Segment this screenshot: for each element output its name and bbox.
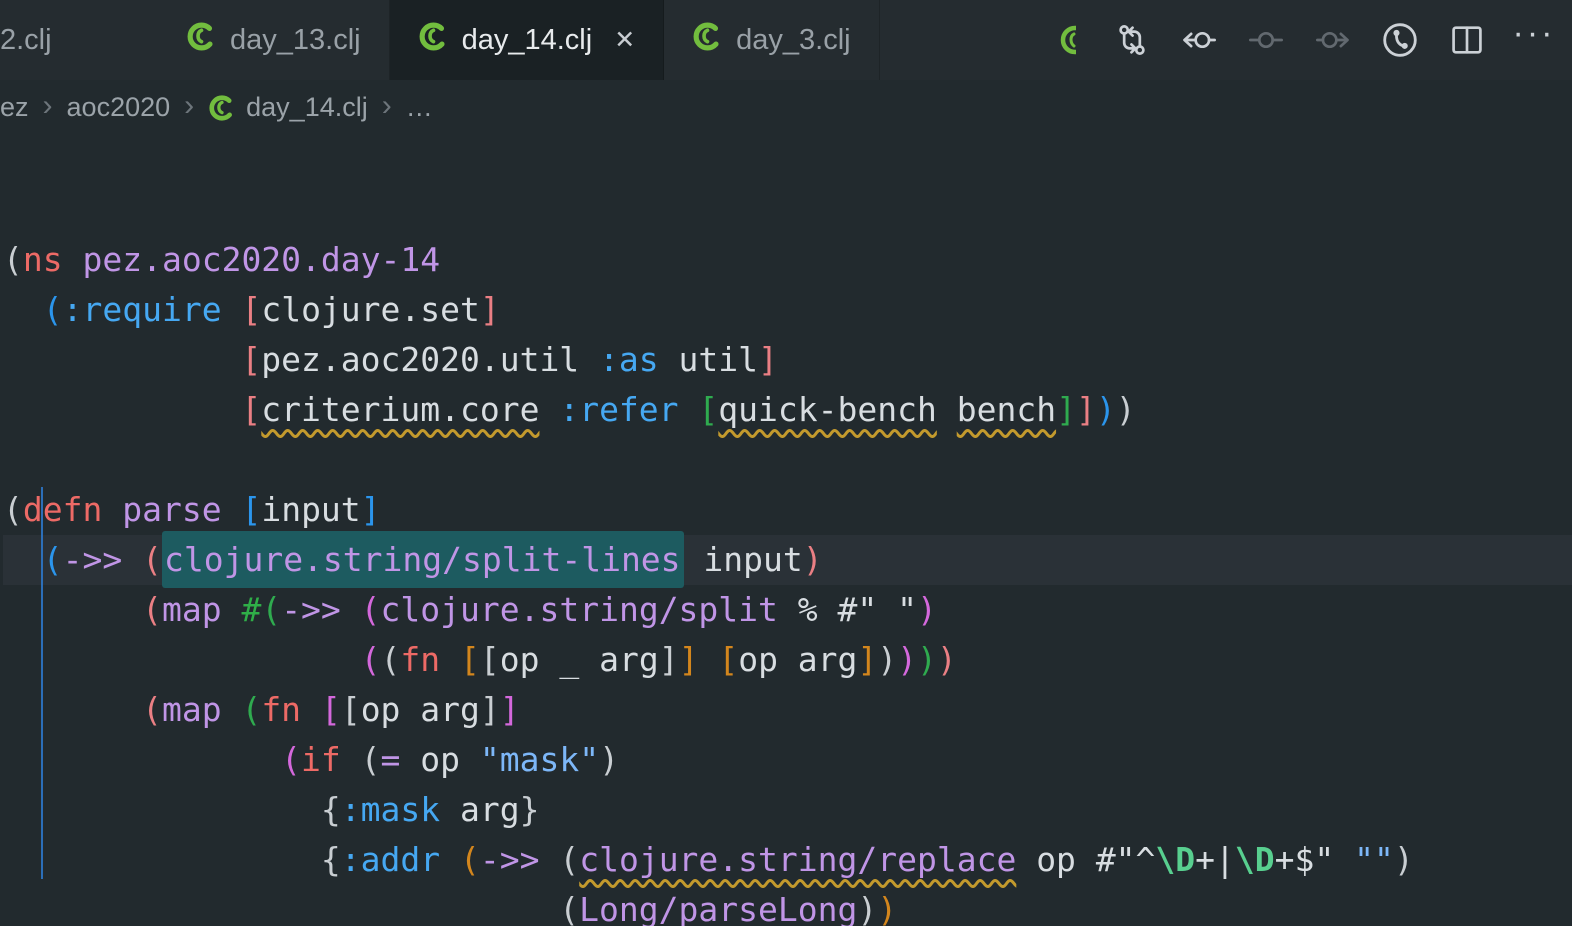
code-line[interactable]: (if (= op "mask") bbox=[3, 735, 1572, 785]
clojure-file-icon bbox=[692, 21, 723, 60]
tab-day-3[interactable]: day_3.clj bbox=[664, 0, 879, 80]
next-change-icon[interactable] bbox=[1313, 20, 1353, 60]
breadcrumb: ez › aoc2020 › day_14.clj › … bbox=[0, 80, 1572, 135]
previous-change-icon[interactable] bbox=[1179, 20, 1219, 60]
chevron-right-icon: › bbox=[382, 89, 392, 123]
breadcrumb-item-aoc2020[interactable]: aoc2020 bbox=[67, 92, 171, 123]
code-line[interactable] bbox=[3, 435, 1572, 485]
code-line[interactable]: (map (fn [[op arg]] bbox=[3, 685, 1572, 735]
code-area[interactable]: (ns pez.aoc2020.day-14 (:require [clojur… bbox=[0, 135, 1572, 926]
code-line[interactable]: (:require [clojure.set] bbox=[3, 285, 1572, 335]
code-line[interactable]: ((fn [[op _ arg]] [op arg])))) bbox=[3, 635, 1572, 685]
code-line[interactable]: (Long/parseLong)) bbox=[3, 885, 1572, 926]
more-actions-icon[interactable]: ··· bbox=[1514, 20, 1554, 60]
code-line-current[interactable]: (->> (clojure.string/split-lines input) bbox=[3, 535, 1572, 585]
code-line[interactable]: (defn parse [input] bbox=[3, 485, 1572, 535]
compare-changes-icon[interactable] bbox=[1112, 20, 1152, 60]
tab-day-14[interactable]: day_14.clj ✕ bbox=[390, 0, 665, 80]
tab-day-13[interactable]: day_13.clj bbox=[158, 0, 390, 80]
code-line[interactable]: (ns pez.aoc2020.day-14 bbox=[3, 235, 1572, 285]
editor-tab-bar: 2.clj day_13.clj day_14.clj ✕ day_3.c bbox=[0, 0, 1572, 80]
code-line[interactable]: [pez.aoc2020.util :as util] bbox=[3, 335, 1572, 385]
editor-actions: ··· bbox=[1045, 0, 1572, 80]
commit-graph-icon[interactable] bbox=[1380, 20, 1420, 60]
close-tab-icon[interactable]: ✕ bbox=[614, 28, 635, 53]
code-line[interactable]: {:mask arg} bbox=[3, 785, 1572, 835]
code-line[interactable]: {:addr (->> (clojure.string/replace op #… bbox=[3, 835, 1572, 885]
tab-label: day_14.clj bbox=[462, 24, 593, 57]
current-change-icon[interactable] bbox=[1246, 20, 1286, 60]
breadcrumb-item-file[interactable]: day_14.clj bbox=[208, 92, 368, 123]
highlighted-token: clojure.string/split-lines bbox=[162, 531, 684, 588]
tab-label: day_3.clj bbox=[736, 24, 850, 57]
calva-partial-icon[interactable] bbox=[1045, 20, 1085, 60]
breadcrumb-item-symbol-ellipsis[interactable]: … bbox=[406, 92, 433, 123]
clojure-file-icon bbox=[186, 21, 217, 60]
code-line[interactable]: [criterium.core :refer [quick-bench benc… bbox=[3, 385, 1572, 435]
split-editor-icon[interactable] bbox=[1447, 20, 1487, 60]
code-line[interactable]: (map #(->> (clojure.string/split % #" ") bbox=[3, 585, 1572, 635]
tab-label: 2.clj bbox=[0, 24, 52, 57]
clojure-file-icon bbox=[418, 21, 449, 60]
chevron-right-icon: › bbox=[43, 89, 53, 123]
tab-label: day_13.clj bbox=[230, 24, 361, 57]
breadcrumb-item-folder[interactable]: ez bbox=[0, 92, 29, 123]
chevron-right-icon: › bbox=[184, 89, 194, 123]
indent-guide bbox=[41, 487, 43, 879]
clojure-file-icon bbox=[208, 94, 236, 122]
tab-day-12[interactable]: 2.clj bbox=[0, 0, 158, 80]
